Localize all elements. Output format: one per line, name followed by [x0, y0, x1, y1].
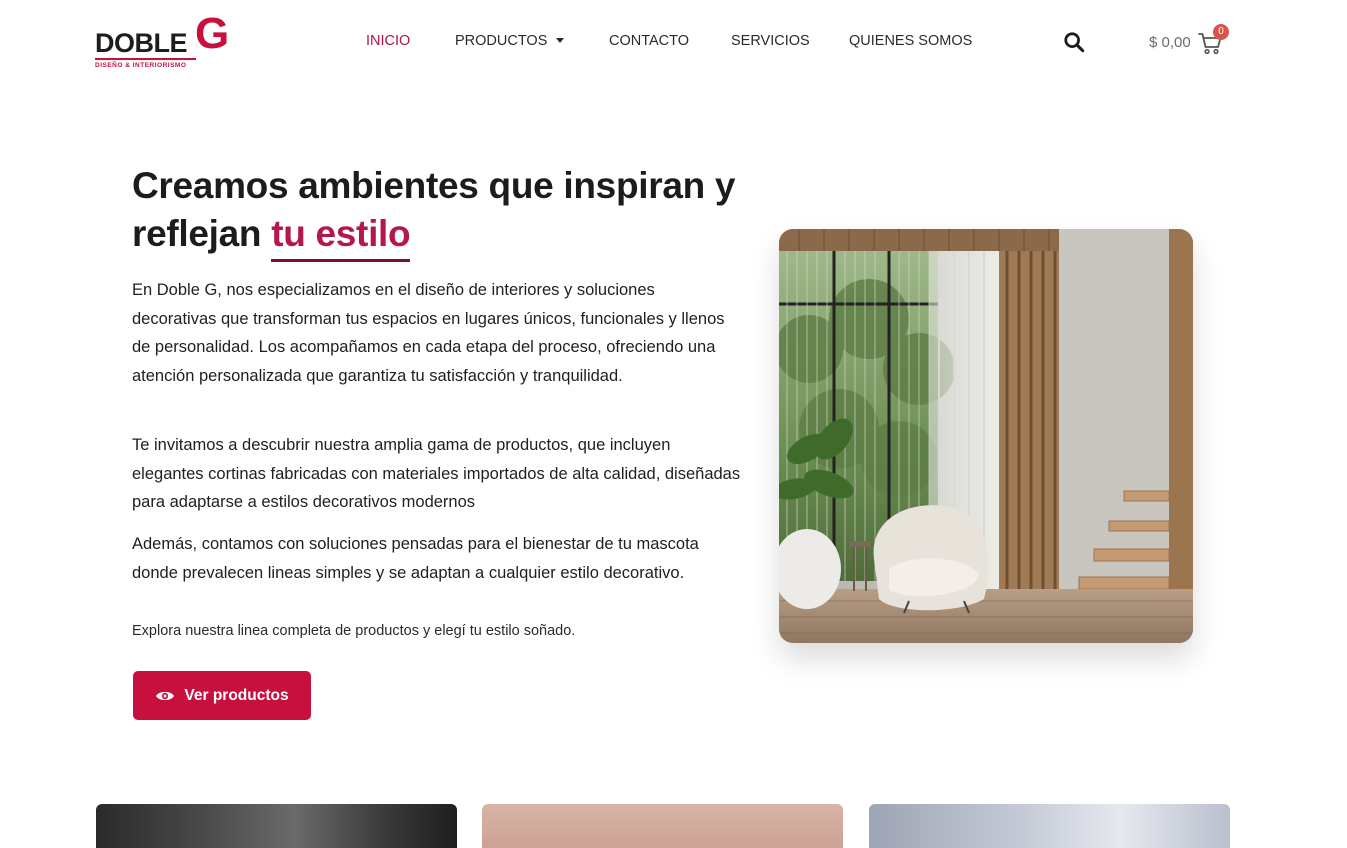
hero-paragraph-3: Además, contamos con soluciones pensadas…	[132, 535, 699, 582]
nav-item-servicios[interactable]: SERVICIOS	[731, 33, 810, 49]
nav-item-productos-label: PRODUCTOS	[455, 33, 548, 49]
explore-text: Explora nuestra linea completa de produc…	[132, 623, 576, 639]
logo-letter: G	[195, 9, 230, 58]
hero-title-text: Creamos ambientes que inspiran y refleja…	[132, 165, 736, 254]
logo-wordmark: DOBLE	[95, 28, 188, 58]
brand-logo[interactable]: DOBLE G DISEÑO & INTERIORISMO	[95, 12, 245, 72]
nav-item-inicio[interactable]: INICIO	[366, 33, 410, 49]
ver-productos-button[interactable]: Ver productos	[133, 671, 311, 720]
nav-item-quienes-somos[interactable]: QUIENES SOMOS	[849, 33, 972, 49]
hero-interior-image	[779, 229, 1193, 643]
ver-productos-label: Ver productos	[184, 686, 289, 704]
category-card-1[interactable]	[96, 804, 457, 848]
hero-title-highlight: tu estilo	[271, 210, 411, 262]
logo-underline	[95, 58, 196, 60]
search-icon[interactable]	[1063, 31, 1085, 53]
hero-paragraph-2: Te invitamos a descubrir nuestra amplia …	[132, 436, 741, 511]
hero-paragraph-1: En Doble G, nos especializamos en el dis…	[132, 281, 725, 385]
category-card-3[interactable]	[869, 804, 1230, 848]
nav-item-productos[interactable]: PRODUCTOS	[455, 33, 565, 49]
eye-icon	[156, 691, 175, 700]
logo-tagline: DISEÑO & INTERIORISMO	[95, 62, 187, 69]
category-card-2[interactable]	[482, 804, 843, 848]
cart-count-badge: 0	[1213, 24, 1229, 40]
chevron-down-icon	[556, 37, 565, 43]
nav-item-contacto[interactable]: CONTACTO	[609, 33, 689, 49]
cart-total[interactable]: $ 0,00	[1149, 34, 1191, 51]
site-header: DOBLE G DISEÑO & INTERIORISMO INICIO PRO…	[0, 0, 1347, 84]
hero-title: Creamos ambientes que inspiran y refleja…	[132, 162, 772, 262]
interior-illustration	[779, 229, 1193, 643]
